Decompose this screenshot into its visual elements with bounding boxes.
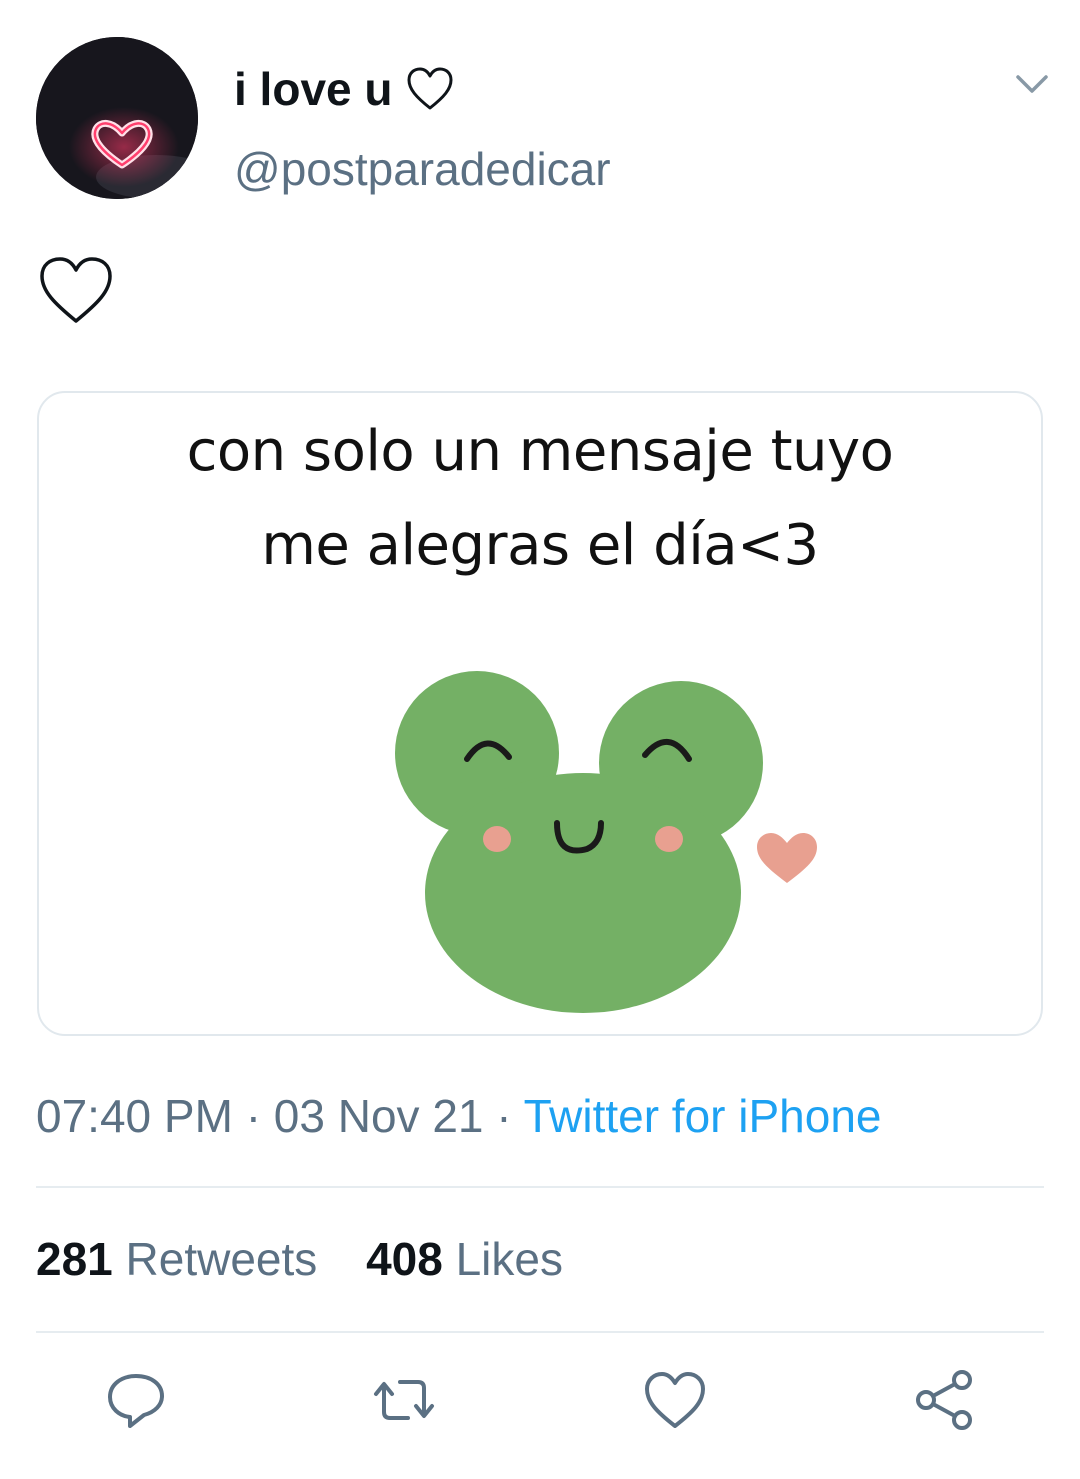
meta-separator: · xyxy=(245,1090,262,1142)
likes-count: 408 xyxy=(366,1233,443,1285)
tweet-source-link[interactable]: Twitter for iPhone xyxy=(524,1090,882,1142)
author-avatar[interactable] xyxy=(36,37,198,199)
retweets-count: 281 xyxy=(36,1233,113,1285)
neon-heart-avatar-icon xyxy=(36,37,198,199)
reply-icon xyxy=(108,1374,164,1428)
divider xyxy=(36,1186,1044,1188)
tweet-date[interactable]: 03 Nov 21 xyxy=(274,1090,484,1142)
retweets-label: Retweets xyxy=(125,1233,318,1285)
retweets-stat[interactable]: 281 Retweets xyxy=(36,1233,317,1285)
tweet-meta: 07:40 PM · 03 Nov 21 · Twitter for iPhon… xyxy=(36,1089,882,1143)
frog-illustration xyxy=(395,671,817,1013)
retweet-button[interactable] xyxy=(372,1368,436,1432)
author-display-name[interactable]: i love u xyxy=(234,62,454,116)
likes-label: Likes xyxy=(455,1233,563,1285)
meta-separator: · xyxy=(496,1090,512,1142)
retweet-icon xyxy=(374,1380,434,1420)
tweet-time[interactable]: 07:40 PM xyxy=(36,1090,233,1142)
tweet-text xyxy=(38,255,114,327)
tweet-menu-button[interactable] xyxy=(1014,66,1050,102)
share-button[interactable] xyxy=(912,1368,976,1432)
tweet-action-bar xyxy=(0,1368,1080,1438)
chevron-down-icon xyxy=(1016,75,1048,93)
divider xyxy=(36,1331,1044,1333)
display-name-text: i love u xyxy=(234,63,393,115)
heart-outline-icon xyxy=(407,67,453,110)
heart-outline-icon xyxy=(40,257,112,323)
likes-stat[interactable]: 408 Likes xyxy=(366,1233,563,1285)
share-icon xyxy=(916,1370,972,1430)
author-handle[interactable]: @postparadedicar xyxy=(234,142,611,196)
like-button[interactable] xyxy=(643,1368,707,1432)
reply-button[interactable] xyxy=(104,1368,168,1432)
tweet-media-card[interactable]: con solo un mensaje tuyo me alegras el d… xyxy=(37,391,1043,1036)
media-caption-line-2: me alegras el día<3 xyxy=(261,513,819,578)
media-caption-line-1: con solo un mensaje tuyo xyxy=(186,419,894,484)
tweet-stats: 281 Retweets 408 Likes xyxy=(36,1232,599,1286)
like-icon xyxy=(645,1372,705,1428)
